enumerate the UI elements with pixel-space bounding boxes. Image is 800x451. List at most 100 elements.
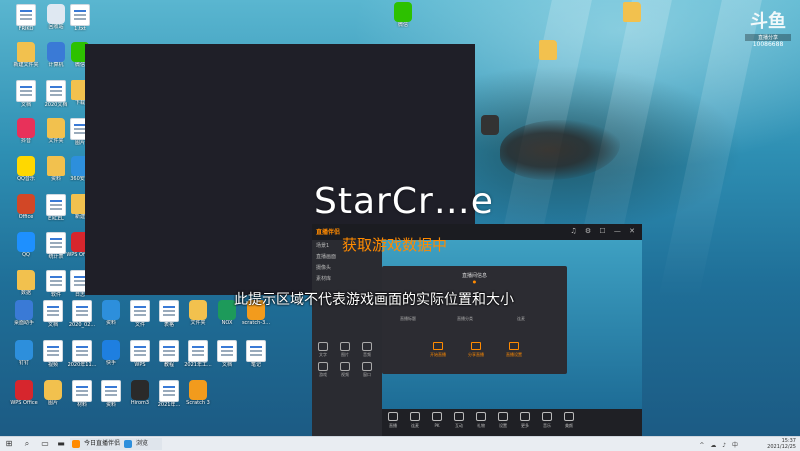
tool-window[interactable]: 窗口 bbox=[356, 361, 378, 377]
bottom-bar-button[interactable]: PK bbox=[426, 412, 448, 428]
helper-bottom-toolbar: 直播 连麦 PK 互动 礼物 设置 更多 音乐 美颜 bbox=[382, 409, 642, 436]
sidebar-item[interactable]: 摄像头 bbox=[312, 262, 382, 273]
document-icon bbox=[217, 340, 237, 362]
desktop-icon-app[interactable] bbox=[470, 115, 510, 155]
bottom-bar-button[interactable]: 互动 bbox=[448, 412, 470, 429]
tool-audio[interactable]: 音频 bbox=[356, 341, 378, 357]
app-icon bbox=[102, 300, 120, 320]
toolbar-icon bbox=[520, 412, 530, 421]
share-icon bbox=[471, 342, 481, 350]
helper-sidebar: 场景1 直播画面 摄像头 素材库 文字 图片 音频 游戏 视频 窗口 bbox=[312, 240, 382, 436]
area-tip: 此提示区域不代表游戏画面的实际位置和大小 bbox=[234, 292, 514, 308]
document-icon bbox=[159, 380, 179, 402]
dialog-title: 直播间信息 bbox=[461, 273, 487, 279]
helper-logo: 直播伴侣 bbox=[316, 229, 341, 236]
desktop-icon-label: 1.txt bbox=[74, 26, 86, 32]
desktop-icon[interactable]: Scratch 3 bbox=[178, 380, 218, 420]
document-icon bbox=[130, 300, 150, 322]
document-icon bbox=[188, 340, 208, 362]
window-controls[interactable]: ♫ ⚙ ☐ — ✕ bbox=[570, 227, 638, 235]
document-icon bbox=[246, 340, 266, 362]
document-icon bbox=[101, 380, 121, 402]
toolbar-icon bbox=[388, 412, 398, 421]
tool-label: 游戏 bbox=[319, 372, 327, 377]
toolbar-icon bbox=[564, 412, 574, 421]
document-icon bbox=[43, 300, 63, 322]
browser-app-icon bbox=[124, 440, 132, 448]
helper-app-icon bbox=[72, 440, 80, 448]
watermark-subtitle: 直播分享 bbox=[745, 34, 791, 41]
folder-icon bbox=[17, 270, 35, 290]
bottom-bar-label: 连麦 bbox=[411, 423, 419, 428]
document-icon bbox=[43, 340, 63, 362]
bottom-bar-label: 礼物 bbox=[477, 423, 485, 428]
tool-game[interactable]: 游戏 bbox=[312, 361, 334, 377]
desktop-icon-folder[interactable] bbox=[612, 2, 652, 42]
app-icon bbox=[102, 340, 120, 360]
taskbar: ⊞ ⌕ ▭ ▬ 今日直播伴侣 浏览 ^ ☁ ♪ 中 15:37 2021/12/… bbox=[0, 436, 800, 451]
search-icon[interactable]: ⌕ bbox=[22, 439, 32, 449]
bottom-bar-label: 互动 bbox=[455, 423, 463, 428]
taskbar-app-helper[interactable]: 今日直播伴侣 bbox=[70, 438, 128, 450]
desktop-icon-folder[interactable] bbox=[528, 40, 568, 80]
app-icon bbox=[17, 118, 35, 138]
bottom-bar-label: PK bbox=[434, 423, 440, 428]
clock[interactable]: 15:37 2021/12/25 bbox=[767, 438, 796, 450]
system-tray-icons[interactable]: ^ ☁ ♪ 中 bbox=[699, 440, 740, 449]
document-icon bbox=[72, 300, 92, 322]
app-icon bbox=[15, 340, 33, 360]
desktop-icon[interactable]: 笔记 bbox=[236, 340, 276, 380]
folder-icon bbox=[17, 42, 35, 62]
bottom-bar-button[interactable]: 礼物 bbox=[470, 412, 492, 429]
document-icon bbox=[72, 340, 92, 362]
task-view-icon[interactable]: ▭ bbox=[40, 439, 50, 449]
watermark-room: 10086688 bbox=[752, 41, 784, 48]
file-explorer-icon[interactable]: ▬ bbox=[56, 439, 66, 449]
bottom-bar-button[interactable]: 美颜 bbox=[558, 412, 580, 429]
tool-image[interactable]: 图片 bbox=[334, 341, 356, 357]
bottom-bar-button[interactable]: 更多 bbox=[514, 412, 536, 429]
app-icon bbox=[17, 194, 35, 214]
live-settings-button[interactable]: 直播设置 bbox=[502, 342, 526, 358]
tool-text[interactable]: 文字 bbox=[312, 341, 334, 357]
document-icon bbox=[70, 4, 90, 26]
tool-video[interactable]: 视频 bbox=[334, 361, 356, 377]
app-icon bbox=[17, 156, 35, 176]
desktop-icon-label: Scratch 3 bbox=[186, 400, 210, 406]
sidebar-item[interactable]: 素材库 bbox=[312, 273, 382, 284]
start-icon[interactable]: ⊞ bbox=[4, 439, 14, 449]
document-icon bbox=[16, 80, 36, 102]
source-tools: 文字 图片 音频 游戏 视频 窗口 bbox=[312, 340, 382, 380]
clock-date: 2021/12/25 bbox=[767, 444, 796, 450]
start-live-button[interactable]: 开始直播 bbox=[426, 342, 450, 358]
share-live-button[interactable]: 分享直播 bbox=[464, 342, 488, 358]
taskbar-app-browser[interactable]: 浏览 bbox=[122, 438, 162, 450]
bottom-bar-label: 直播 bbox=[389, 423, 397, 428]
toolbar-icon bbox=[432, 412, 442, 421]
tool-label: 窗口 bbox=[363, 372, 371, 377]
live-helper-window[interactable]: 直播伴侣 ♫ ⚙ ☐ — ✕ 场景1 直播画面 摄像头 素材库 文字 图片 音频 游… bbox=[312, 224, 642, 436]
tool-label: 视频 bbox=[341, 372, 349, 377]
toolbar-icon bbox=[542, 412, 552, 421]
camera-icon bbox=[433, 342, 443, 350]
loading-tip: 获取游戏数据中 bbox=[342, 236, 448, 254]
bottom-bar-button[interactable]: 连麦 bbox=[404, 412, 426, 429]
watermark-logo: 斗鱼 bbox=[750, 11, 786, 32]
desktop-icon-wechat[interactable]: 微信 bbox=[383, 2, 423, 42]
toolbar-icon bbox=[476, 412, 486, 421]
bottom-bar-button[interactable]: 直播 bbox=[382, 412, 404, 429]
button-label: 直播设置 bbox=[506, 352, 522, 357]
document-icon bbox=[159, 300, 179, 322]
desktop-icon[interactable]: 1.txt bbox=[60, 4, 100, 44]
bottom-bar-button[interactable]: 音乐 bbox=[536, 412, 558, 429]
video-icon bbox=[340, 362, 350, 371]
window-icon bbox=[362, 362, 372, 371]
settings-icon bbox=[509, 342, 519, 350]
game-title-overlay: StarCr…e bbox=[314, 181, 494, 222]
document-icon bbox=[72, 380, 92, 402]
audio-icon bbox=[362, 342, 372, 351]
text-icon bbox=[318, 342, 328, 351]
bottom-bar-button[interactable]: 设置 bbox=[492, 412, 514, 429]
app-icon bbox=[44, 380, 62, 400]
desktop-icon-label: 笔记 bbox=[250, 362, 261, 368]
